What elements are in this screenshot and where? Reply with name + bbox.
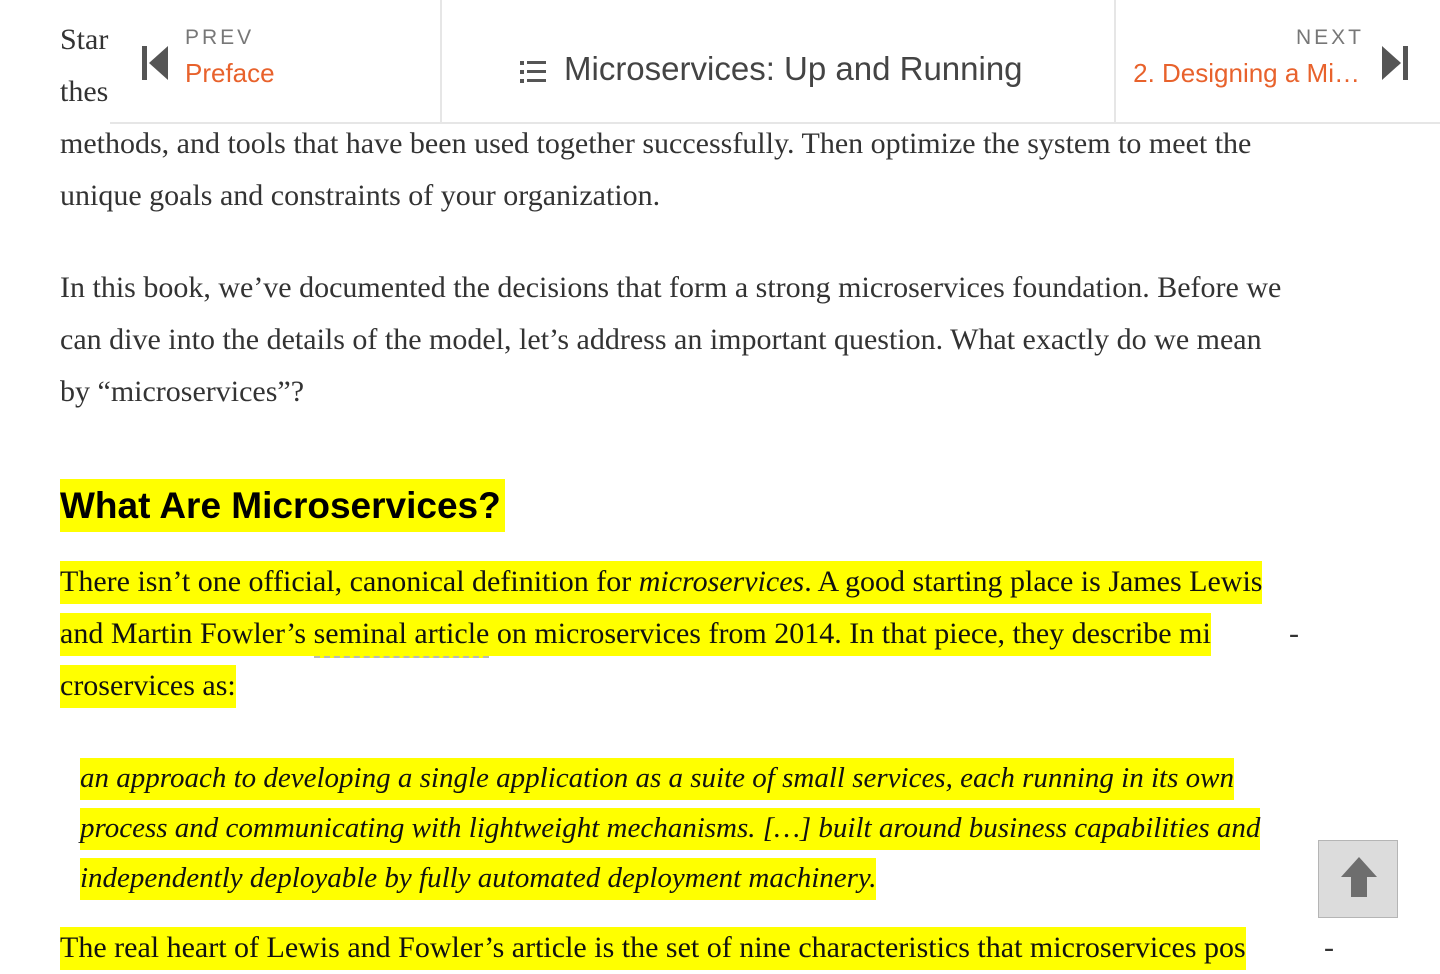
prev-label: PREV	[185, 26, 255, 49]
quote-block: an approach to developing a single appli…	[80, 753, 1360, 903]
emphasis-term: microservices	[638, 561, 805, 604]
quote-line: independently deployable by fully automa…	[80, 853, 1360, 903]
next-chapter-link[interactable]: NEXT 2. Designing a Mi…	[1114, 0, 1440, 122]
text-run: croservices as:	[60, 665, 236, 708]
text-line: In this book, we’ve documented the decis…	[60, 271, 1282, 304]
next-chapter-title[interactable]: 2. Designing a Mi…	[1133, 58, 1360, 89]
table-of-contents-link[interactable]: Microservices: Up and Running	[442, 0, 1114, 122]
prev-chapter-title[interactable]: Preface	[185, 58, 275, 89]
section-heading-text: What Are Microservices?	[60, 479, 505, 532]
book-title[interactable]: Microservices: Up and Running	[564, 50, 1023, 88]
text-run: . A good starting place is James Lewis	[804, 561, 1263, 604]
quote-text: process and communicating with lightweig…	[80, 808, 1261, 850]
chapter-nav-bar: PREV Preface Microservices: Up and Runni…	[110, 0, 1440, 124]
text-line: by “microservices”?	[60, 375, 305, 408]
text-run: on microservices from 2014. In that piec…	[489, 613, 1211, 656]
next-label: NEXT	[1295, 26, 1364, 49]
hyphen: -	[1289, 617, 1299, 650]
text-line: There isn’t one official, canonical defi…	[60, 556, 1380, 608]
text-line: and Martin Fowler’s seminal article on m…	[60, 608, 1380, 660]
list-icon	[520, 61, 546, 83]
quote-text: independently deployable by fully automa…	[80, 858, 877, 900]
text-line: The real heart of Lewis and Fowler’s art…	[60, 922, 1380, 974]
text-run: The real heart of Lewis and Fowler’s art…	[60, 927, 1246, 970]
skip-next-icon	[1382, 46, 1408, 80]
quote-line: process and communicating with lightweig…	[80, 803, 1360, 853]
text-run: and Martin Fowler’s	[60, 613, 314, 656]
arrow-up-icon	[1341, 857, 1377, 897]
reader-page: Star thes PREV Preface Microservices: Up…	[0, 0, 1440, 970]
quote-text: an approach to developing a single appli…	[80, 758, 1234, 800]
prev-chapter-link[interactable]: PREV Preface	[110, 0, 442, 122]
paragraph: In this book, we’ve documented the decis…	[60, 262, 1380, 418]
text-line: methods, and tools that have been used t…	[60, 127, 1252, 160]
text-line: croservices as:	[60, 660, 1380, 712]
text-line: can dive into the details of the model, …	[60, 323, 1262, 356]
back-to-top-button[interactable]	[1318, 840, 1398, 918]
highlighted-paragraph: The real heart of Lewis and Fowler’s art…	[60, 922, 1380, 974]
skip-previous-icon	[142, 46, 168, 80]
text-line: unique goals and constraints of your org…	[60, 179, 661, 212]
text-run: There isn’t one official, canonical defi…	[60, 561, 639, 604]
section-heading: What Are Microservices?	[60, 479, 505, 532]
hyphen: -	[1324, 931, 1334, 964]
seminal-article-link[interactable]: seminal article	[313, 613, 490, 658]
highlighted-paragraph: There isn’t one official, canonical defi…	[60, 556, 1380, 712]
quote-line: an approach to developing a single appli…	[80, 753, 1360, 803]
paragraph: methods, and tools that have been used t…	[60, 118, 1380, 222]
